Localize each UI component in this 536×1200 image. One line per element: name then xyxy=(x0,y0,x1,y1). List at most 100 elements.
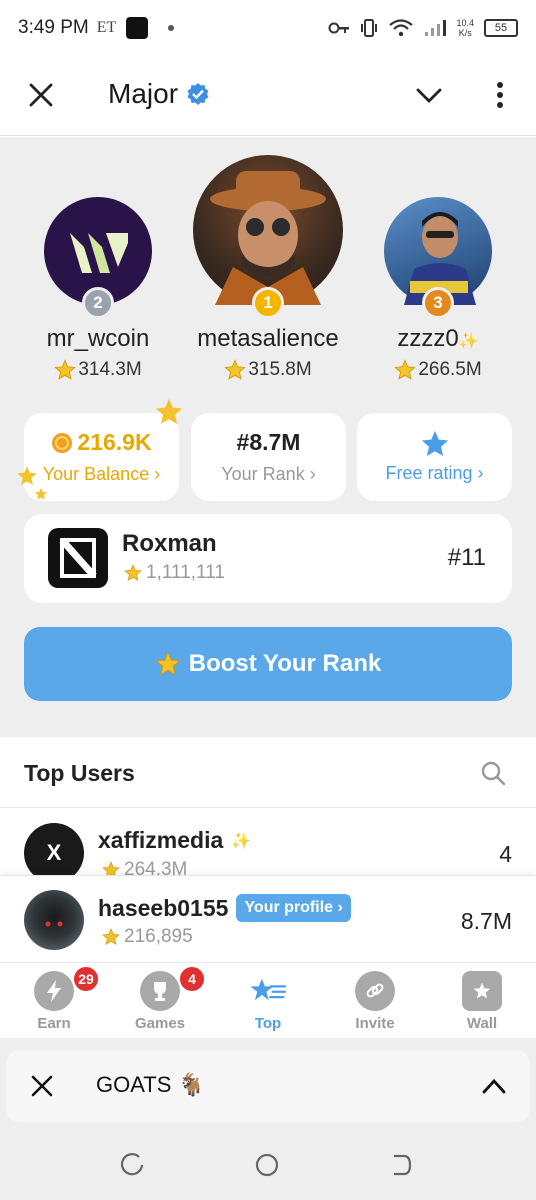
nav-top[interactable]: Top xyxy=(228,971,308,1032)
nav-wall[interactable]: Wall xyxy=(442,971,522,1032)
free-rating-card[interactable]: Free rating › xyxy=(357,413,512,501)
star-icon xyxy=(102,928,120,945)
link-icon xyxy=(355,971,395,1011)
chevron-up-icon[interactable] xyxy=(482,1076,506,1096)
podium-name: mr_wcoin xyxy=(46,325,150,352)
nav-label: Top xyxy=(254,1015,282,1032)
featured-rank: #11 xyxy=(447,544,486,571)
featured-score: 1,111,111 xyxy=(124,562,225,584)
home-icon[interactable] xyxy=(254,1152,280,1178)
balance-label: Your Balance › xyxy=(42,464,161,484)
chevron-down-icon[interactable] xyxy=(416,84,442,106)
nav-earn[interactable]: 29 Earn xyxy=(14,965,100,1032)
rank-badge: 2 xyxy=(82,287,114,319)
star-message-icon xyxy=(462,971,502,1011)
list-item[interactable]: X xaffizmedia ✨ 264.3M 4 xyxy=(0,809,536,875)
podium-score: 315.8M xyxy=(180,359,356,381)
podium-second[interactable]: 2 mr_wcoin 314.3M xyxy=(28,197,168,381)
status-carrier: ET xyxy=(96,19,117,36)
sparkle-icon: ✨ xyxy=(231,832,252,850)
status-time: 3:49 PM xyxy=(18,17,89,38)
back-icon[interactable] xyxy=(388,1152,414,1178)
rank-badge: 3 xyxy=(422,287,454,319)
nav-label: Games xyxy=(134,1015,186,1032)
notification-badge: 29 xyxy=(72,965,100,993)
avatar xyxy=(24,890,84,950)
balance-value: 216.9K xyxy=(24,429,179,456)
nav-label: Earn xyxy=(37,1015,71,1032)
hooded-figure-icon xyxy=(45,921,63,927)
search-icon[interactable] xyxy=(480,760,506,786)
decor-star-icon xyxy=(34,487,48,500)
user-rank: 4 xyxy=(499,841,512,867)
avatar: 1 xyxy=(193,155,343,319)
star-icon xyxy=(394,359,417,380)
verified-icon xyxy=(187,83,209,105)
bottom-nav: 29 Earn 4 Games Top Invite Wall xyxy=(0,962,536,1038)
page-title: Major xyxy=(108,78,210,110)
featured-user-card[interactable]: Roxman 1,111,111 #11 xyxy=(24,514,512,603)
more-notifications-icon xyxy=(168,25,175,31)
sparkle-icon: ✨ xyxy=(458,333,479,350)
user-score: 216,895 xyxy=(102,926,193,948)
boost-rank-button[interactable]: Boost Your Rank xyxy=(24,627,512,701)
podium-third[interactable]: 3 zzzz0✨ 266.5M xyxy=(370,197,506,381)
user-score: 264.3M xyxy=(102,859,187,875)
blue-star-icon xyxy=(421,430,448,456)
user-rank: 8.7M xyxy=(460,908,512,934)
podium-score: 266.5M xyxy=(370,359,506,381)
avatar: 2 xyxy=(44,197,152,319)
trophy-icon: 4 xyxy=(140,965,206,1011)
status-bar: 3:49 PM ET 10.4 K/s 55 xyxy=(0,0,536,56)
notification-badge: 4 xyxy=(178,965,206,993)
rank-value: #8.7M xyxy=(236,429,301,455)
system-nav-bar xyxy=(0,1130,536,1200)
podium-name: metasalience xyxy=(197,325,339,352)
more-menu-icon[interactable] xyxy=(490,80,510,110)
top-users-header: Top Users xyxy=(0,738,536,808)
close-icon[interactable] xyxy=(30,1074,54,1098)
recents-icon[interactable] xyxy=(120,1152,146,1178)
rank-badge: 1 xyxy=(252,287,284,319)
star-icon xyxy=(155,651,181,676)
free-rating-icon-wrap xyxy=(357,429,512,459)
miniapp-panel[interactable] xyxy=(6,1050,530,1122)
miniapp-bar: GOATS 🐐 xyxy=(0,1038,536,1130)
nav-label: Wall xyxy=(466,1015,498,1032)
podium-score: 314.3M xyxy=(28,359,168,381)
network-speed: 10.4 K/s xyxy=(456,18,474,38)
key-icon xyxy=(328,22,350,34)
decor-star-icon xyxy=(17,466,37,485)
star-icon xyxy=(102,861,120,875)
free-rating-label: Free rating › xyxy=(385,463,484,483)
battery-indicator: 55 xyxy=(484,19,518,37)
nav-invite[interactable]: Invite xyxy=(335,971,415,1032)
stars-icon xyxy=(248,971,288,1011)
podium-name: zzzz0✨ xyxy=(397,325,479,352)
roxman-logo xyxy=(48,528,108,588)
app-header: Major xyxy=(0,56,536,136)
list-item-self[interactable]: haseeb0155 Your profile › 216,895 8.7M xyxy=(0,875,536,963)
featured-name: Roxman xyxy=(122,530,217,557)
coin-icon xyxy=(52,432,73,453)
user-name: haseeb0155 Your profile › xyxy=(98,894,351,922)
nav-games[interactable]: 4 Games xyxy=(120,965,206,1032)
your-profile-tag[interactable]: Your profile › xyxy=(236,894,351,922)
rank-card[interactable]: #8.7M Your Rank › xyxy=(191,413,346,501)
vibrate-icon xyxy=(361,19,378,37)
star-icon xyxy=(124,564,142,581)
avatar: 3 xyxy=(384,197,492,319)
leaderboard-panel: 2 mr_wcoin 314.3M 1 metasalience 315.8M … xyxy=(0,137,536,737)
star-icon xyxy=(224,359,247,380)
avatar: X xyxy=(24,823,84,875)
decor-star-icon xyxy=(155,398,183,424)
lightning-icon: 29 xyxy=(34,965,100,1011)
signal-icon xyxy=(425,20,447,36)
miniapp-name: GOATS 🐐 xyxy=(96,1072,205,1097)
wifi-icon xyxy=(389,19,414,37)
podium-first[interactable]: 1 metasalience 315.8M xyxy=(180,155,356,381)
close-icon[interactable] xyxy=(28,82,54,108)
profile-photo-icon xyxy=(210,171,326,305)
section-title: Top Users xyxy=(24,760,135,786)
star-icon xyxy=(54,359,77,380)
